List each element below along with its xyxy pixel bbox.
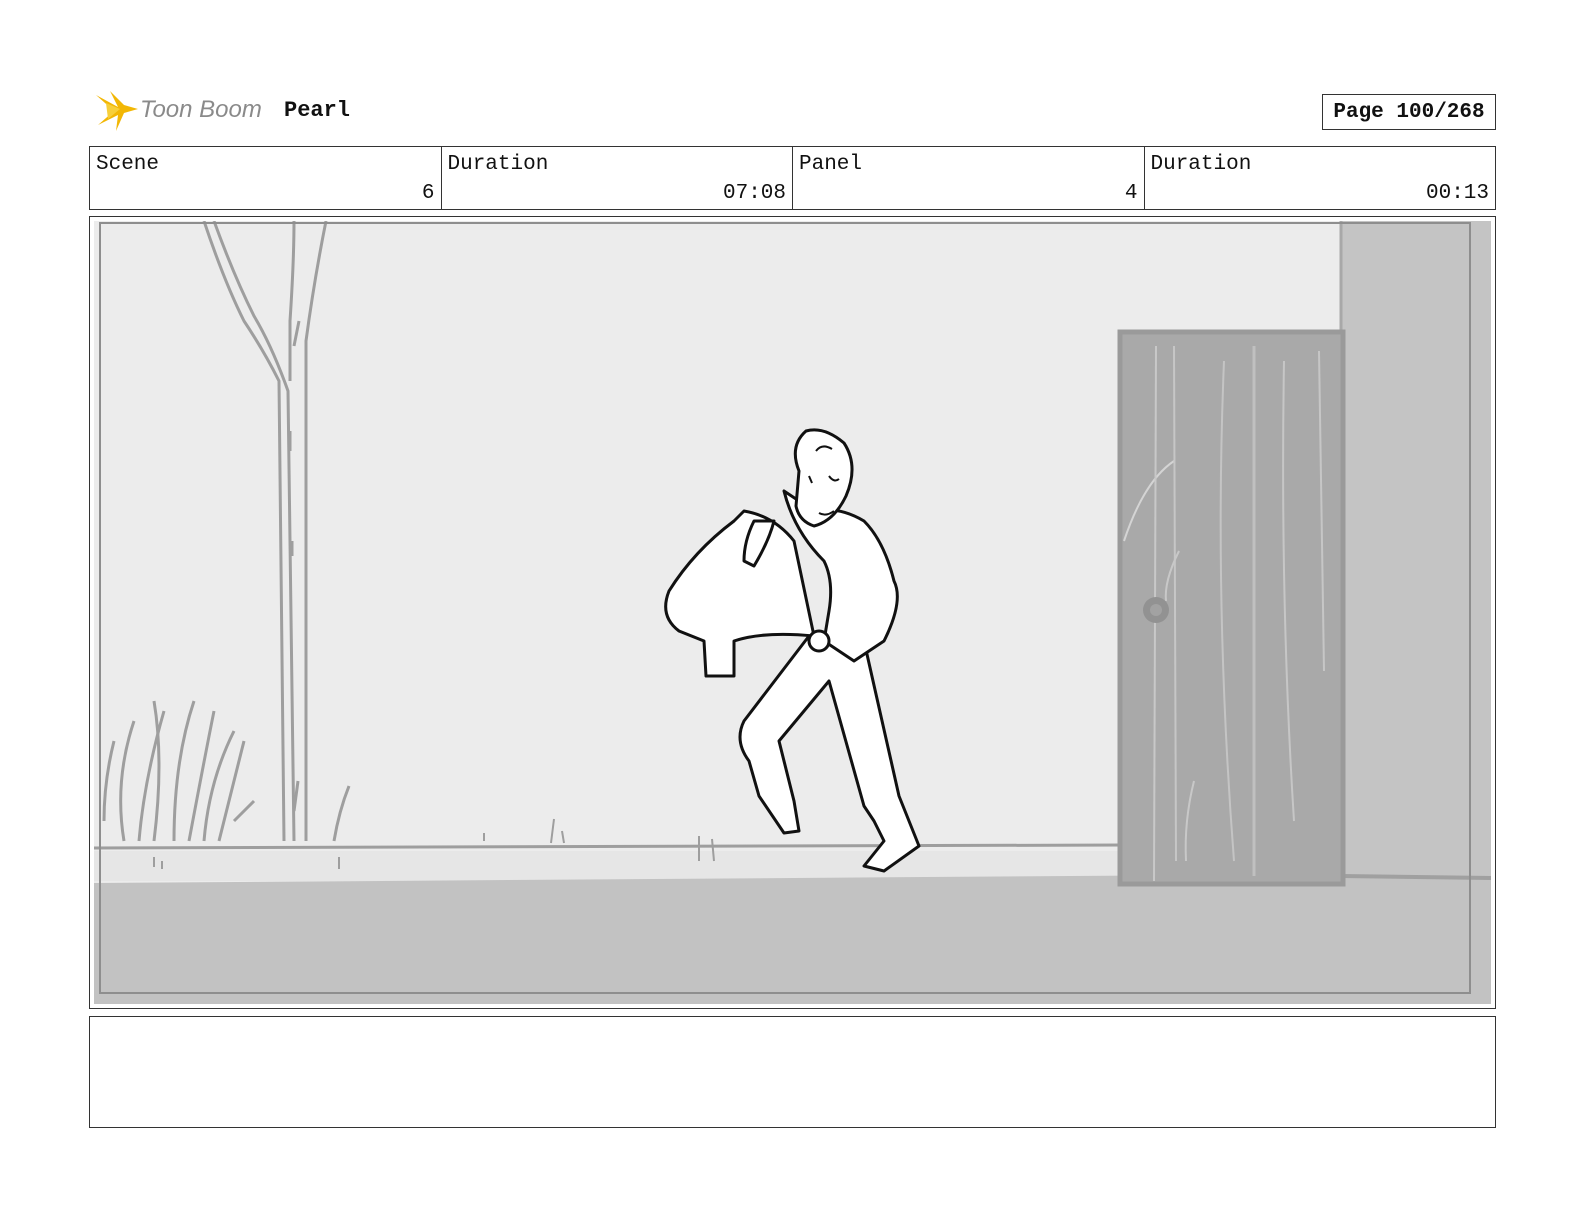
scene-duration-label: Duration <box>447 153 549 176</box>
panel-duration-value: 00:13 <box>1425 182 1489 205</box>
storyboard-panel <box>89 216 1496 1009</box>
scene-info-table: Scene 6 Duration 07:08 Panel 4 Duration … <box>89 146 1496 210</box>
scene-cell: Scene 6 <box>90 147 442 209</box>
toon-boom-logo: Toon Boom <box>92 84 262 136</box>
scene-label: Scene <box>96 153 160 176</box>
starburst-icon <box>96 91 138 131</box>
panel-duration-label: Duration <box>1150 153 1252 176</box>
project-title: Pearl <box>284 98 351 123</box>
panel-notes-box <box>89 1016 1496 1128</box>
scene-duration-cell: Duration 07:08 <box>442 147 793 209</box>
panel-cell: Panel 4 <box>793 147 1145 209</box>
door-drawing <box>1117 329 1346 887</box>
sidewalk <box>94 851 1124 881</box>
panel-duration-cell: Duration 00:13 <box>1145 147 1496 209</box>
panel-value: 4 <box>1124 182 1138 205</box>
scene-value: 6 <box>421 182 435 205</box>
page-indicator: Page 100/268 <box>1322 94 1496 130</box>
ground <box>94 873 1491 1004</box>
building-wall <box>1341 221 1491 878</box>
logo-text: Toon Boom <box>140 96 262 123</box>
panel-drawing <box>94 221 1491 1004</box>
scene-duration-value: 07:08 <box>722 182 786 205</box>
panel-label: Panel <box>799 153 863 176</box>
